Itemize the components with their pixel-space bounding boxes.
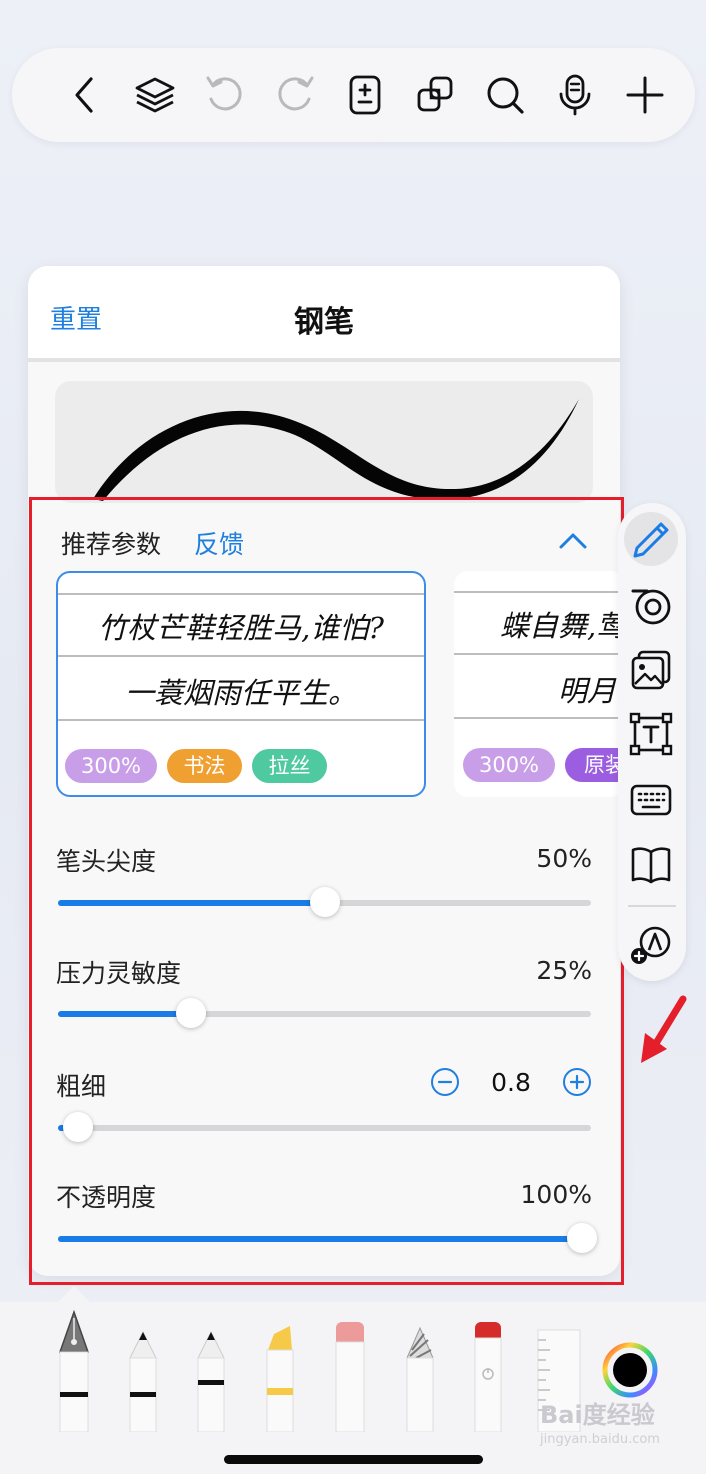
microphone-icon xyxy=(559,74,591,116)
slider-thumb[interactable] xyxy=(63,1112,93,1142)
thickness-slider[interactable] xyxy=(58,1112,591,1142)
book-icon xyxy=(631,847,671,884)
preset-tag: 原装 xyxy=(565,748,624,782)
preset-card-2[interactable]: 蝶自舞,莺自 明月空 300% 原装 xyxy=(454,571,624,797)
opacity-slider[interactable] xyxy=(58,1223,597,1253)
preset-tag: 拉丝 xyxy=(252,749,327,783)
pen-icon xyxy=(633,522,669,558)
page-add-icon xyxy=(349,75,381,115)
image-tool-button[interactable] xyxy=(627,646,675,694)
side-divider xyxy=(628,905,676,907)
tip-sharpness-label: 笔头尖度 xyxy=(56,847,157,876)
stroke-preview xyxy=(55,381,593,503)
preset-sample-line-1: 竹杖芒鞋轻胜马,谁怕? xyxy=(98,611,384,645)
selected-tool-pointer xyxy=(58,1286,90,1302)
ballpoint-icon xyxy=(129,1330,157,1432)
opacity-value: 100% xyxy=(520,1180,592,1209)
feedback-link[interactable]: 反馈 xyxy=(194,525,244,561)
layers-icon xyxy=(135,77,175,113)
top-toolbar xyxy=(12,48,695,142)
pressure-slider[interactable] xyxy=(58,998,591,1028)
eraser-icon xyxy=(335,1322,365,1432)
laser-pointer-tool[interactable] xyxy=(472,1310,504,1432)
watermark-url: jingyan.baidu.com xyxy=(540,1432,660,1447)
laser-pointer-icon xyxy=(474,1322,502,1432)
add-button[interactable] xyxy=(620,70,670,120)
ballpoint-tool[interactable] xyxy=(128,1310,158,1432)
microphone-button[interactable] xyxy=(550,70,600,120)
layers-button[interactable] xyxy=(130,70,180,120)
search-button[interactable] xyxy=(480,70,530,120)
slider-thumb[interactable] xyxy=(567,1223,597,1253)
preset-sample-line-2: 明月空 xyxy=(558,674,624,708)
watermark: Bai度经验 xyxy=(540,1401,655,1429)
panel-title: 钢笔 xyxy=(294,305,354,340)
minus-circle-icon[interactable] xyxy=(430,1067,460,1097)
text-box-icon xyxy=(629,712,673,756)
chevron-up-icon[interactable] xyxy=(556,527,590,555)
opacity-label: 不透明度 xyxy=(56,1183,157,1212)
pencil-icon xyxy=(197,1330,225,1432)
presets-title: 推荐参数 xyxy=(61,530,162,559)
tip-sharpness-slider[interactable] xyxy=(58,887,591,917)
preset-tag: 书法 xyxy=(167,749,242,783)
redo-button[interactable] xyxy=(270,70,320,120)
highlighter-icon xyxy=(266,1326,294,1432)
undo-button[interactable] xyxy=(200,70,250,120)
search-icon xyxy=(487,77,524,114)
preset-tag: 300% xyxy=(65,749,157,783)
text-box-tool-button[interactable] xyxy=(627,710,675,758)
pattern-pen-tool[interactable] xyxy=(404,1310,436,1432)
thickness-label: 粗细 xyxy=(56,1072,107,1101)
pressure-value: 25% xyxy=(536,956,592,985)
keyboard-icon xyxy=(630,784,672,816)
back-icon xyxy=(75,77,93,113)
plus-icon xyxy=(626,76,664,114)
duplicate-icon xyxy=(417,76,453,112)
preset-card-1[interactable]: 竹杖芒鞋轻胜马,谁怕? 一蓑烟雨任平生。 300% 书法 拉丝 xyxy=(56,571,426,797)
slider-thumb[interactable] xyxy=(310,887,340,917)
book-tool-button[interactable] xyxy=(627,840,675,888)
keyboard-tool-button[interactable] xyxy=(627,776,675,824)
color-picker-button[interactable] xyxy=(602,1342,658,1398)
slider-thumb[interactable] xyxy=(176,998,206,1028)
plus-circle-icon[interactable] xyxy=(562,1067,592,1097)
preset-sample-line-1: 蝶自舞,莺自 xyxy=(500,609,624,643)
fountain-pen-tool[interactable] xyxy=(54,1310,94,1432)
panel-header: 重置 钢笔 xyxy=(28,266,620,362)
preset-tag: 300% xyxy=(463,748,555,782)
annotation-arrow-icon xyxy=(641,995,687,1063)
stroke-preview-curve xyxy=(93,399,579,501)
eraser-tool[interactable] xyxy=(334,1310,366,1432)
fountain-pen-icon xyxy=(58,1310,90,1432)
pressure-label: 压力灵敏度 xyxy=(56,959,182,988)
duplicate-button[interactable] xyxy=(410,70,460,120)
pen-tool-button[interactable] xyxy=(627,516,675,564)
page-add-button[interactable] xyxy=(340,70,390,120)
shape-add-tool-button[interactable] xyxy=(627,920,675,968)
pencil-tool[interactable] xyxy=(196,1310,226,1432)
back-button[interactable] xyxy=(60,70,110,120)
shape-add-icon xyxy=(631,926,671,964)
color-wheel-icon xyxy=(602,1342,658,1398)
pattern-pen-icon xyxy=(406,1326,434,1432)
tip-sharpness-value: 50% xyxy=(536,844,592,873)
highlighter-tool[interactable] xyxy=(264,1310,296,1432)
undo-icon xyxy=(206,76,242,111)
thickness-value: 0.8 xyxy=(491,1068,531,1097)
tape-icon xyxy=(631,589,671,625)
home-indicator[interactable] xyxy=(224,1455,483,1464)
image-icon xyxy=(631,650,671,690)
redo-icon xyxy=(278,76,314,111)
tape-tool-button[interactable] xyxy=(627,581,675,629)
preset-sample-line-2: 一蓑烟雨任平生。 xyxy=(124,676,357,710)
